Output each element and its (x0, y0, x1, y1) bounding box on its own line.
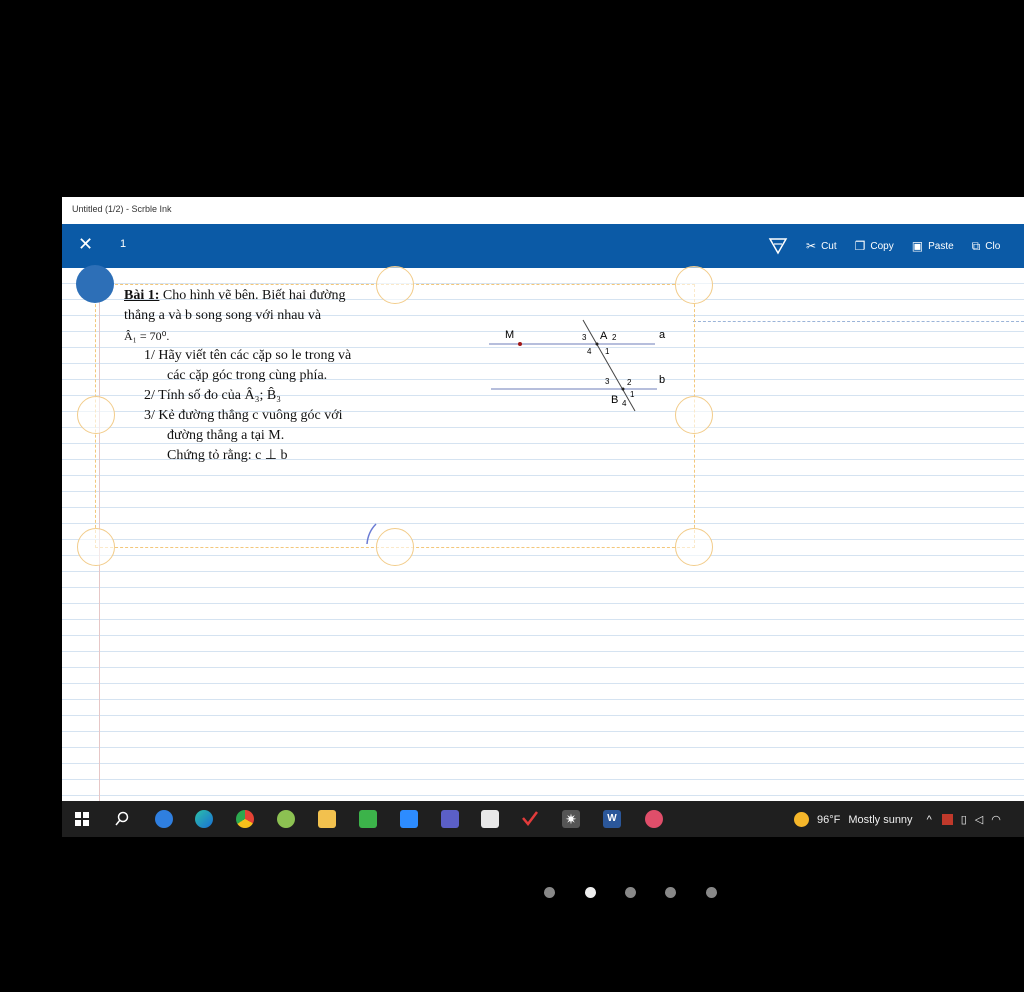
page-number: 1 (120, 238, 127, 250)
battery-icon[interactable]: ▯ (961, 813, 967, 826)
close-icon[interactable]: ✕ (78, 235, 93, 253)
clone-label: Clo (985, 240, 1001, 252)
copy-button[interactable]: ❐ Copy (855, 239, 894, 253)
angle-b4: 4 (622, 399, 627, 408)
guide-line (693, 321, 1024, 322)
lasso-select-button[interactable] (768, 236, 788, 256)
angle-a4: 4 (587, 347, 592, 356)
chevron-up-icon[interactable]: ^ (927, 814, 932, 826)
file-explorer-icon[interactable] (318, 810, 336, 828)
point-b (621, 387, 625, 391)
paste-label: Paste (928, 240, 954, 252)
label-a: a (659, 329, 666, 341)
transversal-line (582, 319, 636, 412)
edge-icon[interactable] (195, 810, 213, 828)
resize-handle-middle-right[interactable] (675, 396, 713, 434)
pager-dot[interactable] (625, 887, 636, 898)
weather-widget[interactable]: 96°F Mostly sunny ^ ▯ ◁ ◠ (794, 812, 1001, 827)
doc-line-1: Cho hình vẽ bên. Biết hai đường (162, 288, 346, 303)
label-m: M (505, 329, 514, 341)
teams-icon[interactable] (441, 810, 459, 828)
toolbar-actions: ✂ Cut ❐ Copy ▣ Paste ⧉ Clo (768, 236, 1018, 256)
document-text: Bài 1: Cho hình vẽ bên. Biết hai đường t… (124, 286, 424, 466)
tray-app-icon[interactable] (941, 814, 953, 825)
pager-dot[interactable] (706, 887, 717, 898)
angle-b2: 2 (627, 378, 632, 387)
doc-line-2: thẳng a và b song song với nhau và (124, 308, 322, 323)
exercise-title: Bài 1: (124, 288, 160, 303)
doc-line-8: đường thẳng a tại M. (167, 428, 285, 443)
camtasia-icon[interactable] (359, 810, 377, 828)
clone-icon: ⧉ (971, 238, 981, 253)
paste-icon: ▣ (911, 239, 924, 253)
zoom-icon[interactable] (400, 810, 418, 828)
lasso-select-icon (768, 238, 788, 255)
pager-dot[interactable] (665, 887, 676, 898)
volume-icon[interactable]: ◁ (975, 813, 983, 826)
angle-b3: 3 (605, 377, 610, 386)
zalo-icon[interactable] (155, 810, 173, 828)
paint-icon[interactable] (645, 810, 663, 828)
search-icon[interactable] (113, 810, 131, 828)
point-a (595, 342, 599, 346)
apps-icon[interactable] (481, 810, 499, 828)
resize-handle-bottom-left[interactable] (77, 528, 115, 566)
angle-a2: 2 (612, 333, 617, 342)
title-bar: Untitled (1/2) - Scrble Ink (62, 197, 1024, 224)
point-m (518, 342, 522, 346)
windows-start-icon[interactable] (73, 810, 91, 828)
resize-handle-bottom-middle[interactable] (376, 528, 414, 566)
toolbar: ✕ 1 ✂ Cut ❐ Copy ▣ Paste ⧉ Clo (62, 224, 1024, 268)
label-b: b (659, 374, 665, 386)
wifi-icon[interactable]: ◠ (991, 813, 1001, 826)
resize-handle-top-middle[interactable] (376, 266, 414, 304)
word-icon[interactable]: W (603, 810, 621, 828)
doc-line-3: Â₁ = 70⁰. (124, 329, 170, 343)
weather-sun-icon (794, 812, 809, 827)
resize-handle-bottom-right[interactable] (675, 528, 713, 566)
doc-line-4: 1/ Hãy viết tên các cặp so le trong và (144, 348, 352, 363)
chrome-icon[interactable] (236, 810, 254, 828)
doc-line-5: các cặp góc trong cùng phía. (167, 368, 328, 383)
checkmark-app-icon[interactable] (521, 810, 539, 828)
copy-icon: ❐ (854, 239, 866, 253)
doc-line-7: 3/ Kẻ đường thẳng c vuông góc với (144, 408, 343, 423)
pager-dot[interactable] (544, 887, 555, 898)
weather-condition: Mostly sunny (848, 813, 913, 826)
sun-app-icon[interactable]: ✷ (562, 810, 580, 828)
paste-button[interactable]: ▣ Paste (912, 239, 954, 253)
doc-line-9: Chứng tỏ rằng: c ⊥ b (167, 448, 288, 463)
window-title: Untitled (1/2) - Scrble Ink (72, 204, 172, 214)
angle-b1: 1 (630, 390, 635, 399)
resize-handle-top-right[interactable] (675, 266, 713, 304)
geometry-figure: M a b A B 2 3 4 1 2 3 4 1 (489, 319, 666, 412)
label-point-b: B (611, 394, 618, 406)
copy-label: Copy (870, 240, 894, 252)
ink-canvas[interactable]: Bài 1: Cho hình vẽ bên. Biết hai đường t… (62, 265, 1024, 803)
cut-button[interactable]: ✂ Cut (806, 239, 837, 253)
taskbar: ✷ W 96°F Mostly sunny ^ ▯ ◁ ◠ (62, 801, 1024, 837)
angle-a1: 1 (605, 347, 610, 356)
angle-a3: 3 (582, 333, 587, 342)
app-window: Untitled (1/2) - Scrble Ink ✕ 1 ✂ Cut ❐ … (62, 197, 1024, 837)
pager-dot-active[interactable] (585, 887, 596, 898)
weather-temp: 96°F (817, 813, 841, 826)
cut-label: Cut (821, 240, 837, 252)
clone-button[interactable]: ⧉ Clo (972, 239, 1001, 254)
rotate-handle[interactable] (76, 265, 114, 303)
doc-line-6: 2/ Tính số đo của Â₃; B̂₃ (144, 388, 282, 403)
resize-handle-middle-left[interactable] (77, 396, 115, 434)
maps-icon[interactable] (277, 810, 295, 828)
scissors-icon: ✂ (806, 239, 817, 253)
label-point-a: A (600, 330, 608, 342)
